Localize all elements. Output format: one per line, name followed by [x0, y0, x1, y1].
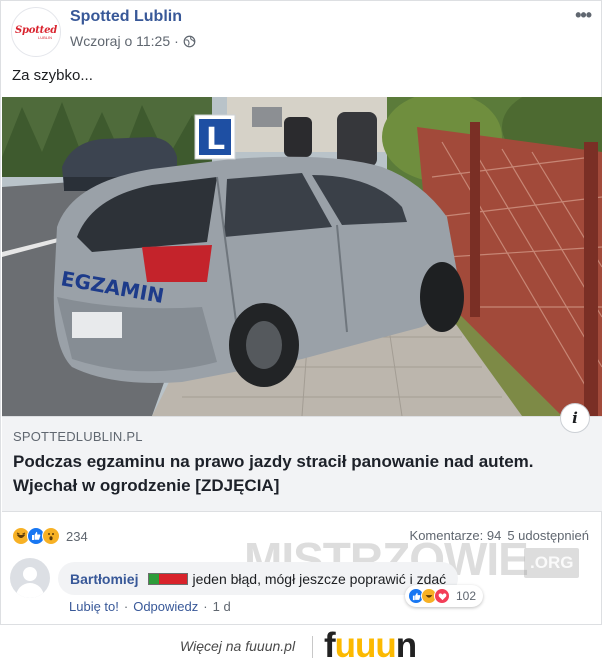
link-headline[interactable]: Podczas egzaminu na prawo jazdy stracił …	[13, 450, 573, 498]
logo-n: n	[395, 626, 417, 665]
fuuun-logo[interactable]: fuuun	[324, 626, 417, 666]
link-preview[interactable]: i SPOTTEDLUBLIN.PL Podczas egzaminu na p…	[2, 403, 602, 512]
comment-actions: Lubię to! · Odpowiedz · 1 d	[69, 599, 231, 614]
footer-divider	[312, 636, 313, 658]
watermark-org: .ORG	[524, 548, 580, 578]
facebook-post: Spotted LUBLIN Spotted Lublin Wczoraj o …	[0, 0, 602, 625]
post-reactions[interactable]: 234	[12, 527, 88, 545]
info-icon[interactable]: i	[560, 403, 590, 433]
l-sign: L	[206, 122, 225, 157]
like-comment-link[interactable]: Lubię to!	[69, 599, 119, 614]
more-on-fuuun-link[interactable]: Więcej na fuuun.pl	[180, 638, 295, 654]
link-domain: SPOTTEDLUBLIN.PL	[13, 429, 143, 444]
car-crash-photo: EGZAMIN L	[2, 97, 602, 416]
comment-reaction-count: 102	[456, 589, 477, 603]
logo-uuu: uuu	[334, 626, 397, 665]
comment-text: jeden błąd, mógł jeszcze poprawić i zdać	[192, 570, 447, 587]
flag-icon	[148, 572, 189, 585]
comment-bubble: Bartłomiej jeden błąd, mógł jeszcze popr…	[58, 562, 459, 595]
post-meta: Wczoraj o 11:25 ·	[70, 33, 196, 49]
logo-f: f	[324, 626, 336, 665]
commenter-avatar[interactable]	[10, 558, 50, 598]
globe-icon	[183, 35, 196, 47]
wow-icon	[42, 527, 60, 545]
reaction-count[interactable]: 234	[66, 529, 88, 544]
more-options-icon[interactable]: •••	[575, 5, 592, 26]
comments-shares: Komentarze: 94 5 udostępnień	[410, 528, 589, 543]
page-name-link[interactable]: Spotted Lublin	[70, 8, 182, 26]
separator: ·	[123, 599, 129, 614]
separator: ·	[203, 599, 208, 614]
fuuun-footer: Więcej na fuuun.pl fuuun	[0, 625, 602, 667]
commenter-name[interactable]: Bartłomiej	[70, 571, 138, 587]
page-avatar[interactable]: Spotted LUBLIN	[11, 7, 61, 57]
love-icon	[434, 588, 450, 604]
shares-count[interactable]: 5 udostępnień	[507, 528, 589, 543]
separator: ·	[174, 33, 179, 49]
comment-reactions[interactable]: 102	[405, 585, 484, 607]
reply-link[interactable]: Odpowiedz	[133, 599, 198, 614]
avatar-body-shape	[16, 583, 44, 598]
post-text: Za szybko...	[12, 67, 93, 84]
comments-count[interactable]: Komentarze: 94	[410, 528, 502, 543]
spotted-logo-sub: LUBLIN	[37, 34, 52, 40]
post-timestamp[interactable]: Wczoraj o 11:25	[70, 33, 170, 49]
comment-age[interactable]: 1 d	[213, 599, 231, 614]
avatar-head-shape	[23, 567, 37, 581]
post-photo[interactable]: EGZAMIN L	[2, 97, 602, 416]
